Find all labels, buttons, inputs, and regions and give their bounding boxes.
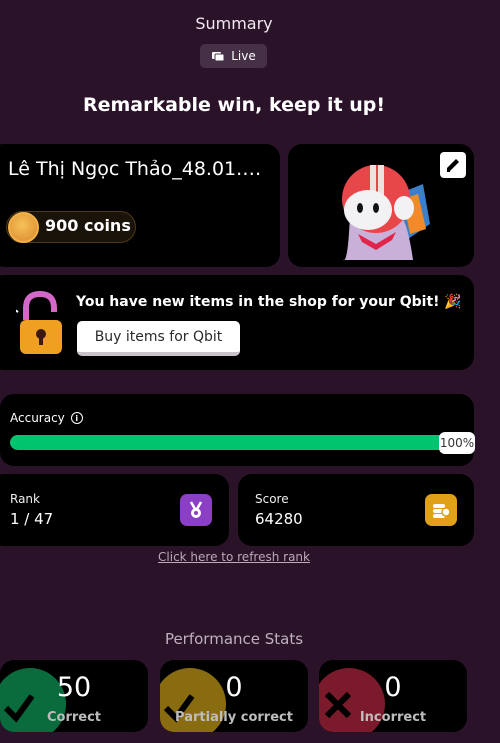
medal-icon [180,494,212,526]
pencil-icon [447,159,459,172]
rank-value: 1 / 47 [10,510,54,528]
stat-label: Partially correct [175,710,293,725]
stat-label: Incorrect [359,710,427,725]
unlocked-padlock-icon [16,290,62,354]
stat-value: 0 [225,672,243,703]
accuracy-card [0,394,474,466]
score-label: Score [255,492,289,506]
accuracy-label: Accuracy [10,411,65,425]
refresh-rank-link[interactable]: Click here to refresh rank [0,550,468,564]
coins-count: 900 coins [45,216,131,235]
live-label: Live [231,49,256,63]
accuracy-heading: Accuracy i [10,411,83,425]
buy-items-button[interactable]: Buy items for Qbit [77,321,240,356]
player-name: Lê Thị Ngọc Thảo_48.01.10... [8,158,270,180]
rank-label: Rank [10,492,40,506]
stat-value: 0 [384,672,402,703]
stat-value: 50 [56,672,92,703]
result-headline: Remarkable win, keep it up! [82,94,386,116]
stat-partially-correct: 0 Partially correct [160,660,308,732]
coin-icon [8,212,39,243]
accuracy-bar-fill [10,435,470,450]
live-icon [212,52,225,62]
shop-message: You have new items in the shop for your … [76,294,462,310]
stat-incorrect: 0 Incorrect [319,660,467,732]
accuracy-bar [10,435,470,450]
edit-avatar-button[interactable] [440,152,466,178]
accuracy-percent: 100% [439,432,475,454]
stat-correct: 50 Correct [0,660,148,732]
coin-stack-icon [425,494,457,526]
stat-label: Correct [46,710,102,725]
performance-title: Performance Stats [164,630,304,648]
page-title: Summary [195,14,273,33]
live-badge: Live [200,44,267,68]
score-value: 64280 [255,510,303,528]
info-icon[interactable]: i [70,412,83,424]
